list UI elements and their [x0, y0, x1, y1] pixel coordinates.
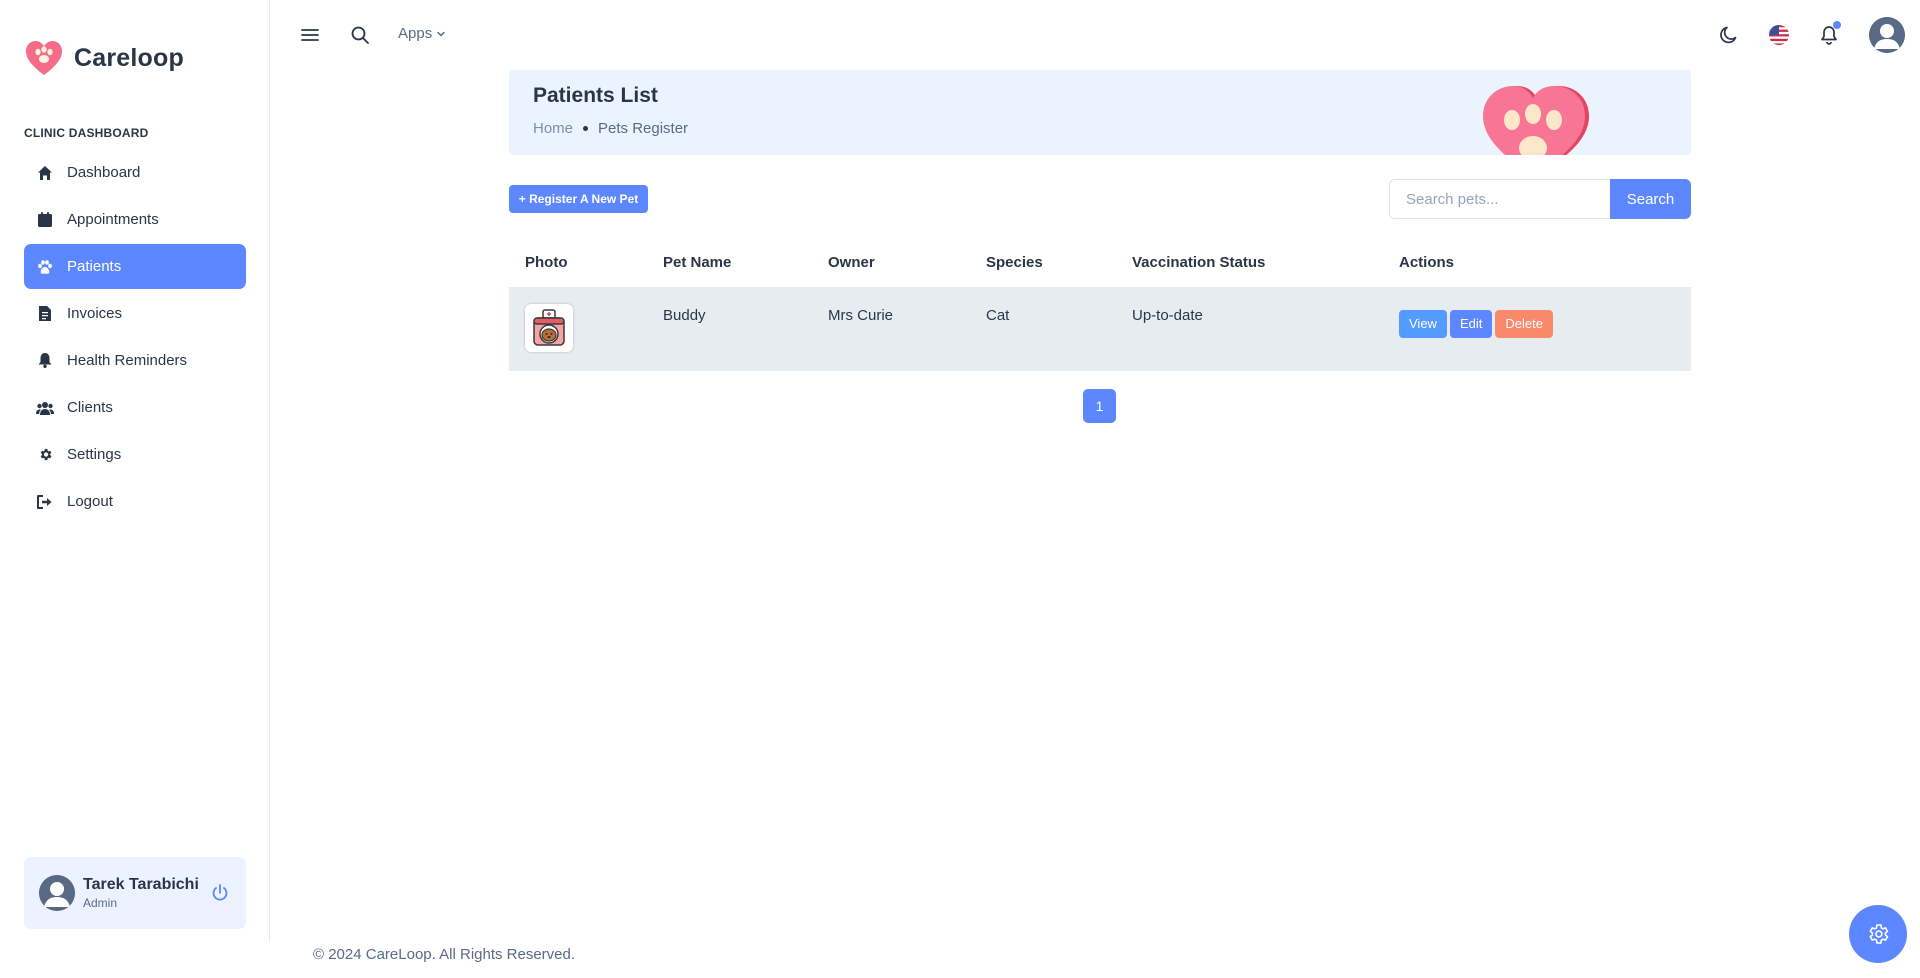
column-header-pet-name: Pet Name — [663, 253, 732, 271]
sidebar-item-label: Clients — [67, 399, 113, 416]
sidebar-item-label: Appointments — [67, 211, 159, 228]
breadcrumb-home[interactable]: Home — [533, 120, 573, 137]
column-header-actions: Actions — [1399, 253, 1455, 271]
gear-icon — [1869, 924, 1889, 944]
avatar[interactable] — [39, 875, 75, 911]
brand-name: Careloop — [74, 43, 184, 72]
nav-section-label: CLINIC DASHBOARD — [24, 126, 149, 140]
table-row: Buddy Mrs Curie Cat Up-to-date View Edit D… — [509, 287, 1691, 371]
users-icon — [35, 398, 55, 418]
invoice-icon — [35, 304, 55, 324]
sidebar-item-dashboard[interactable]: Dashboard — [24, 150, 246, 195]
vaccination-status-cell: Up-to-date — [1116, 287, 1383, 371]
theme-toggle[interactable] — [1715, 21, 1743, 49]
column-header-vaccination-status: Vaccination Status — [1132, 253, 1266, 271]
menu-icon[interactable] — [299, 24, 321, 46]
owner-cell: Mrs Curie — [812, 287, 970, 371]
search-input[interactable] — [1389, 179, 1610, 219]
heart-paw-icon — [26, 41, 62, 75]
sidebar-item-label: Settings — [67, 446, 122, 463]
column-header-species: Species — [986, 253, 1043, 271]
apps-label: Apps — [398, 25, 433, 42]
pet-carrier-icon — [533, 309, 565, 346]
table-header-row: Photo Pet Name Owner Species Vaccination… — [509, 237, 1691, 287]
pet-name-cell: Buddy — [647, 287, 812, 371]
search-icon[interactable] — [349, 24, 371, 46]
apps-menu[interactable]: Apps — [398, 25, 446, 42]
breadcrumb-separator — [583, 126, 589, 131]
avatar[interactable] — [1869, 17, 1905, 53]
breadcrumb: Home Pets Register — [533, 120, 688, 137]
bell-icon — [35, 351, 55, 371]
sidebar-item-invoices[interactable]: Invoices — [24, 291, 246, 336]
sidebar: Careloop CLINIC DASHBOARD Dashboard Appo… — [0, 0, 270, 942]
profile-card: Tarek Tarabichi Admin — [24, 857, 246, 929]
patients-table: Photo Pet Name Owner Species Vaccination… — [509, 237, 1691, 371]
species-cell: Cat — [970, 287, 1116, 371]
calendar-icon — [35, 210, 55, 230]
power-icon[interactable] — [210, 883, 230, 903]
topbar: Apps — [271, 0, 1920, 70]
column-header-owner: Owner — [828, 253, 875, 271]
sidebar-nav: Dashboard Appointments Patients Invoices… — [24, 150, 246, 526]
delete-button[interactable]: Delete — [1495, 310, 1553, 338]
sidebar-item-health-reminders[interactable]: Health Reminders — [24, 338, 246, 383]
profile-role: Admin — [83, 896, 118, 910]
sidebar-item-logout[interactable]: Logout — [24, 479, 246, 524]
sidebar-item-patients[interactable]: Patients — [24, 244, 246, 289]
pagination-page-button[interactable]: 1 — [1083, 389, 1116, 423]
language-selector[interactable] — [1765, 21, 1793, 49]
home-icon — [35, 163, 55, 183]
search-button[interactable]: Search — [1610, 179, 1691, 219]
sidebar-item-label: Patients — [67, 258, 122, 275]
sidebar-item-label: Logout — [67, 493, 113, 510]
sidebar-item-label: Dashboard — [67, 164, 141, 181]
breadcrumb-current: Pets Register — [598, 120, 689, 137]
gear-icon — [35, 445, 55, 465]
actions-cell: View Edit Delete — [1383, 287, 1691, 371]
chevron-down-icon — [437, 31, 445, 37]
page-header-banner: Patients List Home Pets Register — [509, 70, 1691, 155]
sidebar-item-label: Health Reminders — [67, 352, 188, 369]
pet-photo[interactable] — [525, 304, 573, 352]
page-title: Patients List — [533, 84, 658, 107]
footer-copyright: © 2024 CareLoop. All Rights Reserved. — [313, 946, 576, 963]
logout-icon — [35, 492, 55, 512]
customizer-button[interactable] — [1849, 905, 1907, 963]
sidebar-item-label: Invoices — [67, 305, 123, 322]
paw-icon — [35, 257, 55, 277]
sidebar-item-settings[interactable]: Settings — [24, 432, 246, 477]
sidebar-item-appointments[interactable]: Appointments — [24, 197, 246, 242]
sidebar-item-clients[interactable]: Clients — [24, 385, 246, 430]
notification-dot — [1833, 21, 1841, 29]
view-button[interactable]: View — [1399, 310, 1447, 338]
notifications-button[interactable] — [1815, 21, 1843, 49]
photo-cell — [509, 287, 647, 371]
edit-button[interactable]: Edit — [1449, 310, 1493, 338]
column-header-photo: Photo — [525, 253, 568, 271]
moon-icon — [1720, 26, 1737, 44]
heart-paw-illustration — [1483, 86, 1589, 155]
us-flag-icon — [1769, 25, 1789, 45]
brand[interactable]: Careloop — [24, 38, 184, 78]
register-pet-button[interactable]: + Register A New Pet — [509, 185, 648, 213]
profile-name: Tarek Tarabichi — [83, 876, 199, 893]
